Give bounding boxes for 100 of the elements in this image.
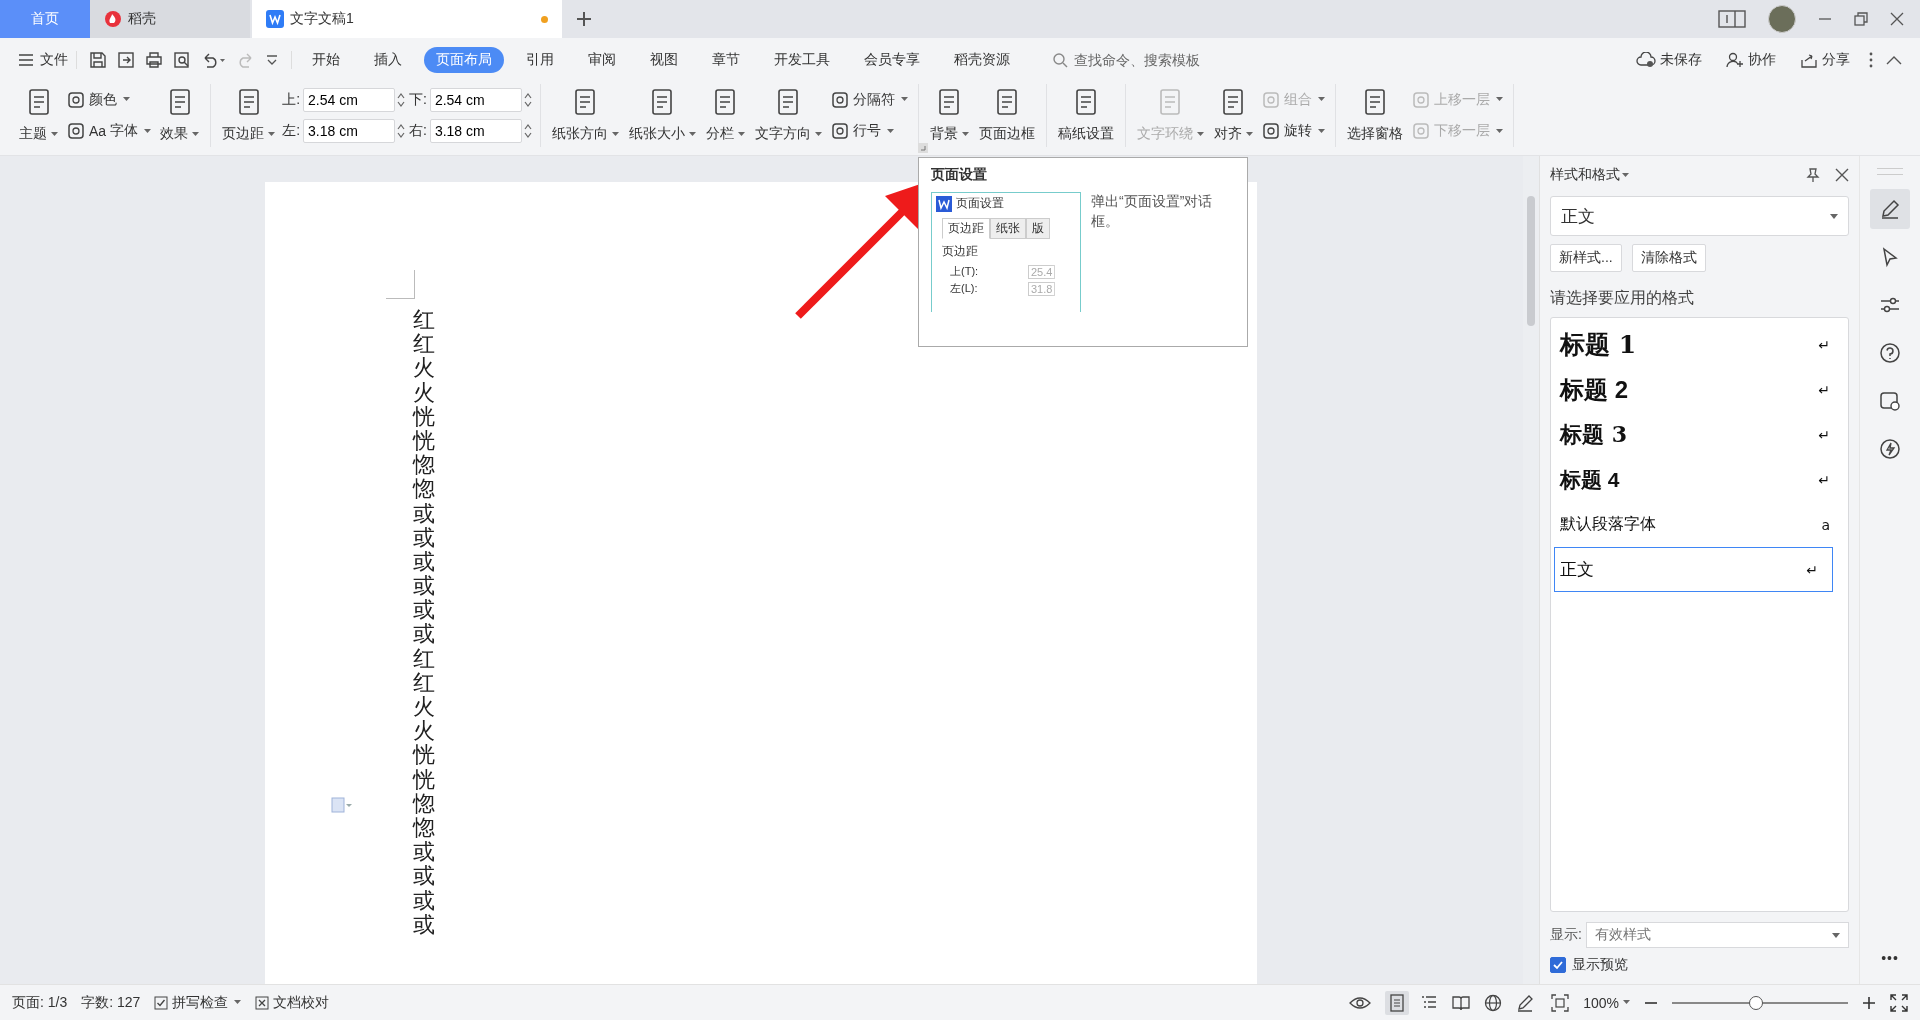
save-icon[interactable]	[89, 51, 107, 69]
caret-icon	[1623, 1000, 1630, 1005]
word-count[interactable]: 字数: 127	[81, 993, 141, 1012]
pin-icon[interactable]	[1805, 167, 1821, 183]
ribbon-button[interactable]: 对齐	[1210, 84, 1256, 147]
print-icon[interactable]	[145, 51, 163, 69]
margin-field[interactable]: 2.54 cm	[429, 87, 522, 112]
caret-icon	[1622, 172, 1629, 178]
header-action-button[interactable]: 分享	[1794, 50, 1856, 70]
ribbon-tab[interactable]: 审阅	[576, 47, 628, 73]
vertical-text: 红红火火恍恍惚惚或或或或或或红红火火恍恍惚惚或或或或	[413, 308, 435, 937]
ribbon-button[interactable]: 分栏	[702, 84, 748, 147]
collapse-ribbon-icon[interactable]	[1886, 54, 1902, 66]
spell-check-button[interactable]: 拼写检查	[154, 993, 242, 1012]
avatar[interactable]	[1768, 5, 1796, 33]
proofread-button[interactable]: 文档校对	[255, 993, 330, 1012]
ribbon-button[interactable]: 主题	[16, 84, 61, 147]
ribbon-button[interactable]: 页面边框	[975, 84, 1038, 147]
checkbox-tick-icon	[154, 995, 169, 1010]
pen-icon[interactable]	[1879, 198, 1901, 220]
style-item[interactable]: 标题 1 ↵	[1554, 322, 1845, 367]
pen-icon[interactable]	[1516, 993, 1535, 1012]
flame-logo-icon	[104, 10, 122, 28]
caret-icon	[1832, 932, 1840, 938]
style-dropdown[interactable]: 正文	[1550, 196, 1849, 236]
show-dropdown[interactable]: 有效样式	[1585, 922, 1849, 948]
ribbon-button[interactable]: 纸张大小	[625, 84, 699, 147]
zoom-level-dropdown[interactable]: 100%	[1583, 994, 1630, 1011]
ribbon-button[interactable]: 背景	[926, 84, 972, 147]
search-field[interactable]: 查找命令、搜索模板	[1052, 51, 1246, 69]
square-icon	[67, 90, 85, 109]
ribbon-small-button[interactable]: Aa 字体	[65, 120, 154, 143]
more-caret-icon[interactable]	[265, 53, 279, 67]
scrollbar-thumb[interactable]	[1527, 196, 1535, 326]
panel-title[interactable]: 样式和格式	[1550, 166, 1791, 184]
square-icon	[830, 122, 849, 141]
spin-arrows-icon	[397, 123, 405, 140]
restore-icon[interactable]	[1854, 12, 1868, 26]
export-icon[interactable]	[117, 51, 135, 69]
fullscreen-icon[interactable]	[1890, 993, 1908, 1012]
document-tab[interactable]: 文字文稿1	[252, 0, 562, 38]
style-item[interactable]: 标题 4 ↵	[1554, 457, 1845, 502]
style-item[interactable]: 标题 2 ↵	[1554, 367, 1845, 412]
screen-layout-icon[interactable]	[1718, 10, 1746, 28]
page-count[interactable]: 页面: 1/3	[12, 993, 68, 1012]
ribbon-tab[interactable]: 开始	[300, 47, 352, 73]
margin-label: 上:	[282, 90, 300, 109]
ribbon-button[interactable]: 效果	[157, 84, 203, 147]
dialog-field: 25.4	[1028, 264, 1056, 279]
ribbon-tab[interactable]: 视图	[638, 47, 690, 73]
ribbon-tab[interactable]: 插入	[362, 47, 414, 73]
ribbon-small-button[interactable]: 颜色	[65, 88, 154, 111]
globe-icon[interactable]	[1484, 993, 1503, 1012]
ribbon-tab[interactable]: 章节	[700, 47, 752, 73]
header-action-button[interactable]: 协作	[1720, 50, 1782, 70]
print-preview-icon[interactable]	[173, 51, 191, 69]
book-icon[interactable]	[1452, 993, 1471, 1012]
style-item[interactable]: 默认段落字体 a	[1554, 502, 1845, 547]
panel-grip-handle[interactable]	[1877, 168, 1903, 175]
ribbon-tab[interactable]: 开发工具	[762, 47, 842, 73]
new-tab-plus-icon[interactable]	[576, 11, 592, 27]
margin-field[interactable]: 3.18 cm	[429, 119, 522, 144]
help-icon[interactable]	[1879, 342, 1901, 364]
ribbon-small-button[interactable]: 行号	[828, 120, 910, 143]
ribbon-small-button[interactable]: 分隔符	[828, 88, 910, 111]
ribbon-button[interactable]: 页边距	[219, 84, 279, 147]
margin-label: 下:	[409, 90, 427, 109]
margin-label: 右:	[409, 122, 427, 141]
style-item[interactable]: 标题 3 ↵	[1554, 412, 1845, 457]
header-action-button[interactable]: 未保存	[1630, 50, 1708, 70]
close-icon[interactable]	[1890, 12, 1904, 26]
square-icon	[1261, 122, 1280, 141]
panel-button[interactable]: 清除格式	[1631, 244, 1706, 272]
checkbox-label[interactable]: 显示预览	[1572, 956, 1628, 974]
fit-page-icon[interactable]	[1551, 993, 1570, 1012]
ribbon-tab[interactable]: 稻壳资源	[942, 47, 1022, 73]
ribbon-button[interactable]: 纸张方向	[548, 84, 622, 147]
lightning-icon[interactable]	[1879, 438, 1901, 460]
checkbox[interactable]	[1550, 957, 1566, 973]
margin-field[interactable]: 2.54 cm	[303, 87, 395, 112]
ribbon-button[interactable]: 选择窗格	[1343, 84, 1406, 147]
ribbon-small-button[interactable]: 旋转	[1259, 120, 1327, 143]
file-menu-button[interactable]: 文件	[14, 51, 76, 69]
ribbon-tab[interactable]: 会员专享	[852, 47, 932, 73]
style-item[interactable]: 正文 ↵	[1554, 547, 1833, 592]
caret-icon	[1830, 213, 1838, 219]
more-options-icon[interactable]	[1868, 51, 1874, 69]
close-icon[interactable]	[1835, 168, 1849, 182]
ribbon-button[interactable]: 稿纸设置	[1054, 84, 1117, 147]
store-tab[interactable]: 稻壳	[90, 0, 250, 38]
page-view-icon[interactable]	[1388, 993, 1407, 1012]
panel-button[interactable]: 新样式...	[1550, 244, 1622, 272]
ribbon-button[interactable]: 文字方向	[751, 84, 825, 147]
ribbon-tab[interactable]: 引用	[514, 47, 566, 73]
field-label: 上(T):	[950, 264, 980, 279]
margin-field[interactable]: 3.18 cm	[303, 119, 395, 144]
zoom-in-icon[interactable]	[1862, 995, 1876, 1010]
more-tools-button[interactable]: •••	[1881, 950, 1899, 966]
eye-icon[interactable]	[1349, 994, 1372, 1011]
spin-arrows-icon	[523, 91, 532, 108]
